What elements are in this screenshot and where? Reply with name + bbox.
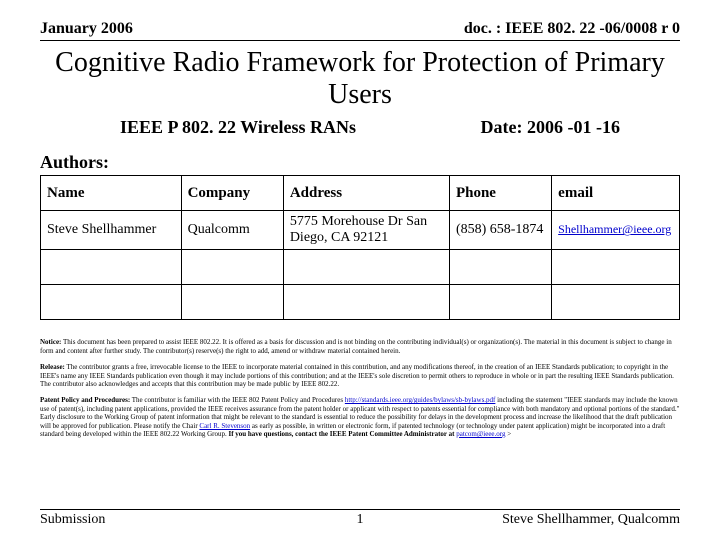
table-row: [41, 285, 680, 320]
cell-name: Steve Shellhammer: [41, 211, 182, 250]
email-link[interactable]: Shellhammer@ieee.org: [558, 222, 671, 236]
col-phone: Phone: [449, 176, 551, 211]
footer-row: Submission 1 Steve Shellhammer, Qualcomm: [40, 509, 680, 528]
patent-lead: Patent Policy and Procedures:: [40, 396, 130, 404]
doc-date: Date: 2006 -01 -16: [481, 117, 620, 138]
table-header-row: Name Company Address Phone email: [41, 176, 680, 211]
footer-left: Submission: [40, 512, 105, 528]
patcom-link[interactable]: patcom@ieee.org: [456, 430, 505, 438]
patent-pre: The contributor is familiar with the IEE…: [130, 396, 345, 404]
col-company: Company: [181, 176, 283, 211]
notice-lead: Notice:: [40, 338, 61, 346]
chair-link[interactable]: Carl R. Stevenson: [199, 422, 250, 430]
footer-page-number: 1: [357, 512, 364, 528]
table-row: [41, 250, 680, 285]
release-lead: Release:: [40, 363, 65, 371]
cell-phone: (858) 658-1874: [449, 211, 551, 250]
cell-company: Qualcomm: [181, 211, 283, 250]
notice-paragraph: Notice: This document has been prepared …: [40, 338, 680, 355]
header-date: January 2006: [40, 20, 133, 38]
subhead-row: IEEE P 802. 22 Wireless RANs Date: 2006 …: [40, 117, 680, 138]
col-name: Name: [41, 176, 182, 211]
authors-label: Authors:: [40, 152, 680, 173]
fineprint: Notice: This document has been prepared …: [40, 338, 680, 438]
header-row: January 2006 doc. : IEEE 802. 22 -06/000…: [40, 20, 680, 41]
table-row: Steve Shellhammer Qualcomm 5775 Morehous…: [41, 211, 680, 250]
notice-text: This document has been prepared to assis…: [40, 338, 672, 354]
working-group: IEEE P 802. 22 Wireless RANs: [120, 117, 356, 138]
col-address: Address: [283, 176, 449, 211]
header-doc: doc. : IEEE 802. 22 -06/0008 r 0: [464, 20, 680, 38]
col-email: email: [552, 176, 680, 211]
patent-bylaws-link[interactable]: http://standards.ieee.org/guides/bylaws/…: [345, 396, 496, 404]
page-title: Cognitive Radio Framework for Protection…: [40, 47, 680, 111]
patent-paragraph: Patent Policy and Procedures: The contri…: [40, 396, 680, 438]
footer-right: Steve Shellhammer, Qualcomm: [502, 512, 680, 528]
authors-table: Name Company Address Phone email Steve S…: [40, 175, 680, 320]
patent-bold2: If you have questions, contact the IEEE …: [228, 430, 456, 438]
release-paragraph: Release: The contributor grants a free, …: [40, 363, 680, 388]
patent-tail: >: [506, 430, 512, 438]
cell-address: 5775 Morehouse Dr San Diego, CA 92121: [283, 211, 449, 250]
cell-email: Shellhammer@ieee.org: [552, 211, 680, 250]
release-text: The contributor grants a free, irrevocab…: [40, 363, 674, 388]
